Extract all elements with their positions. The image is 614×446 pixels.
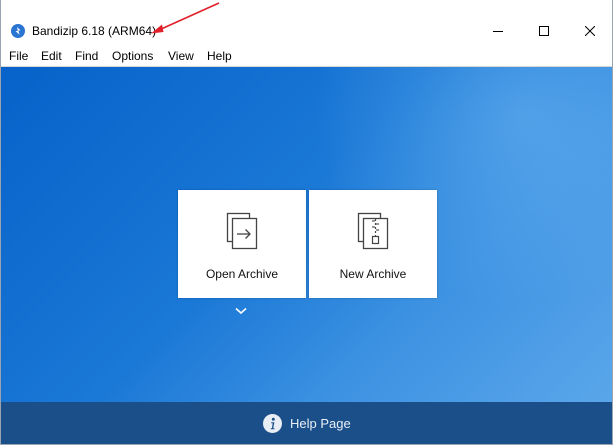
menu-edit[interactable]: Edit <box>41 49 62 63</box>
open-archive-button[interactable]: Open Archive <box>178 190 306 298</box>
menu-file[interactable]: File <box>9 49 28 63</box>
open-archive-icon <box>226 212 258 250</box>
new-archive-icon <box>357 212 389 250</box>
close-icon <box>585 26 595 36</box>
minimize-icon <box>493 31 503 32</box>
menu-help[interactable]: Help <box>207 49 232 63</box>
info-icon <box>263 413 282 433</box>
menu-bar: File Edit Find Options View Help <box>1 46 612 67</box>
chevron-down-icon[interactable] <box>233 306 249 316</box>
close-button[interactable] <box>567 16 612 46</box>
menu-find[interactable]: Find <box>75 49 98 63</box>
app-window: Bandizip 6.18 (ARM64) File Edit Find Opt… <box>0 0 613 445</box>
window-title: Bandizip 6.18 (ARM64) <box>32 24 157 38</box>
menu-options[interactable]: Options <box>112 49 153 63</box>
new-archive-button[interactable]: New Archive <box>309 190 437 298</box>
help-page-label: Help Page <box>290 415 351 431</box>
maximize-button[interactable] <box>521 16 567 46</box>
title-bar[interactable]: Bandizip 6.18 (ARM64) <box>1 0 612 46</box>
menu-view[interactable]: View <box>168 49 194 63</box>
open-archive-label: Open Archive <box>205 267 279 281</box>
minimize-button[interactable] <box>475 16 521 46</box>
main-content: Open Archive New Archive <box>1 67 612 402</box>
new-archive-label: New Archive <box>339 267 407 281</box>
help-page-button[interactable]: Help Page <box>263 412 351 434</box>
bandizip-logo-icon <box>11 24 25 38</box>
maximize-icon <box>539 26 549 36</box>
footer-bar: Help Page <box>1 402 612 444</box>
